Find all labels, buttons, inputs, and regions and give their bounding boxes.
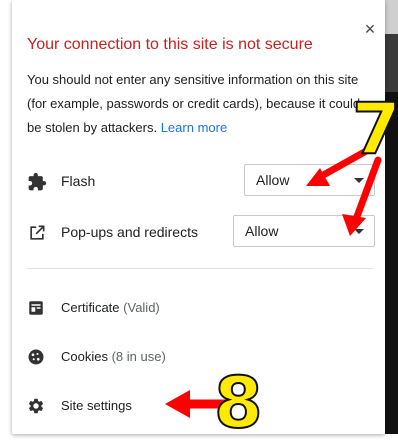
arrow-head-site-settings <box>165 390 190 418</box>
annotation-arrows <box>165 146 382 418</box>
step-number-7: 7 <box>351 88 398 170</box>
step-number-8: 8 <box>213 362 264 444</box>
arrow-head-popups <box>342 214 366 236</box>
